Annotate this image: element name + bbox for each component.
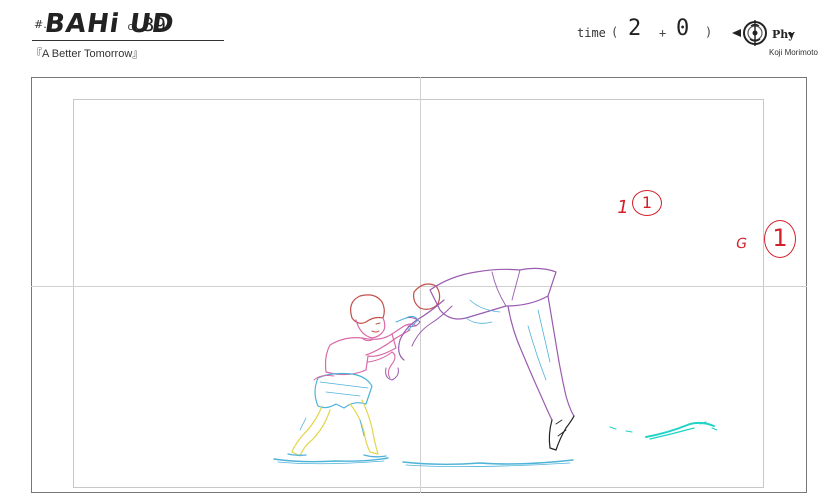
boy-figure — [287, 294, 417, 458]
annotation-circled-number: 1 — [632, 190, 662, 216]
ground-shadows — [273, 457, 574, 467]
water-splash — [609, 421, 718, 440]
animation-drawing — [273, 267, 718, 467]
man-figure — [395, 267, 575, 451]
annotation-circled-number-large: 1 — [764, 220, 796, 258]
